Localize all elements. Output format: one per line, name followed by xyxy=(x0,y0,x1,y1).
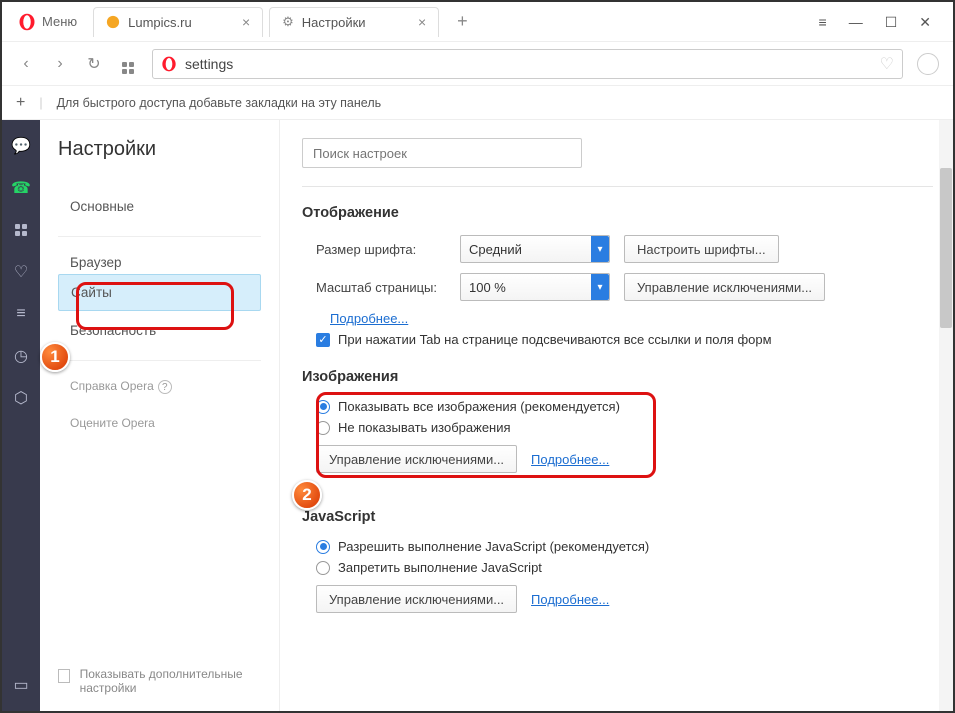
section-title: Отображение xyxy=(302,205,933,221)
nav-item-help[interactable]: Справка Opera? xyxy=(58,369,261,404)
cube-icon[interactable]: ⬡ xyxy=(11,388,31,408)
speed-dial-button[interactable] xyxy=(118,54,138,74)
js-exceptions-button[interactable]: Управление исключениями... xyxy=(316,585,517,613)
tab-lumpics[interactable]: Lumpics.ru × xyxy=(93,7,263,37)
tab-highlight-label: При нажатии Tab на странице подсвечивают… xyxy=(338,332,772,347)
font-size-label: Размер шрифта: xyxy=(316,242,446,257)
messenger-icon[interactable]: 💬 xyxy=(11,136,31,156)
section-title: Изображения xyxy=(302,369,933,385)
news-icon[interactable]: ≡ xyxy=(11,304,31,324)
annotation-badge-1: 1 xyxy=(40,342,70,372)
tab-strip: Меню Lumpics.ru × ⚙ Настройки × + ≡ — ☐ … xyxy=(2,2,953,42)
section-javascript: JavaScript Разрешить выполнение JavaScri… xyxy=(302,509,933,613)
menu-label: Меню xyxy=(42,14,77,29)
close-icon[interactable]: × xyxy=(418,14,426,30)
font-size-select[interactable]: Средний▾ xyxy=(460,235,610,263)
js-more-link[interactable]: Подробнее... xyxy=(531,592,609,607)
page-zoom-select[interactable]: 100 %▾ xyxy=(460,273,610,301)
search-input[interactable] xyxy=(313,146,571,161)
speed-dial-icon[interactable] xyxy=(11,220,31,240)
checkbox-icon xyxy=(58,669,70,683)
window-close-icon[interactable]: ✕ xyxy=(919,14,931,31)
section-title: JavaScript xyxy=(302,509,933,525)
page-zoom-label: Масштаб страницы: xyxy=(316,280,446,295)
scrollbar[interactable] xyxy=(939,120,953,711)
nav-item-security[interactable]: Безопасность xyxy=(58,313,261,348)
display-more-link[interactable]: Подробнее... xyxy=(330,311,408,326)
heart-icon[interactable]: ♡ xyxy=(11,262,31,282)
radio-checked-icon xyxy=(316,540,330,554)
forward-button[interactable]: › xyxy=(50,55,70,73)
section-display: Отображение Размер шрифта: Средний▾ Наст… xyxy=(302,205,933,347)
panel-toggle-icon[interactable]: ▭ xyxy=(11,675,31,695)
bookmarks-hint: Для быстрого доступа добавьте закладки н… xyxy=(57,96,382,110)
opera-icon xyxy=(161,56,177,72)
lumpics-favicon-icon xyxy=(106,15,120,29)
show-advanced-checkbox[interactable]: Показывать дополнительные настройки xyxy=(58,667,258,695)
window-minimize-icon[interactable]: — xyxy=(849,14,863,30)
customize-fonts-button[interactable]: Настроить шрифты... xyxy=(624,235,779,263)
help-icon: ? xyxy=(158,380,172,394)
page-title: Настройки xyxy=(58,138,261,161)
side-rail: 💬 ☎ ♡ ≡ ◷ ⬡ ▭ xyxy=(2,120,40,711)
clock-icon[interactable]: ◷ xyxy=(11,346,31,366)
back-button[interactable]: ‹ xyxy=(16,55,36,73)
scrollbar-thumb[interactable] xyxy=(940,168,952,328)
nav-item-sites[interactable]: Сайты xyxy=(58,274,261,311)
bookmarks-bar: + | Для быстрого доступа добавьте заклад… xyxy=(2,86,953,120)
opera-icon xyxy=(18,13,36,31)
checkbox-checked-icon[interactable]: ✓ xyxy=(316,333,330,347)
whatsapp-icon[interactable]: ☎ xyxy=(11,178,31,198)
section-images: Изображения Показывать все изображения (… xyxy=(302,369,933,473)
tab-settings[interactable]: ⚙ Настройки × xyxy=(269,7,439,37)
zoom-exceptions-button[interactable]: Управление исключениями... xyxy=(624,273,825,301)
images-hide-radio[interactable]: Не показывать изображения xyxy=(302,420,933,435)
profile-avatar[interactable] xyxy=(917,53,939,75)
images-show-radio[interactable]: Показывать все изображения (рекомендуетс… xyxy=(302,399,933,414)
reload-button[interactable]: ↻ xyxy=(84,54,104,74)
bookmark-heart-icon[interactable]: ♡ xyxy=(880,54,894,74)
chevron-down-icon: ▾ xyxy=(591,236,609,262)
radio-unchecked-icon xyxy=(316,421,330,435)
close-icon[interactable]: × xyxy=(242,14,250,30)
window-maximize-icon[interactable]: ☐ xyxy=(885,14,898,31)
tab-title: Lumpics.ru xyxy=(128,15,192,30)
nav-item-basic[interactable]: Основные xyxy=(58,189,261,224)
address-input[interactable] xyxy=(185,56,872,72)
chevron-down-icon: ▾ xyxy=(591,274,609,300)
images-more-link[interactable]: Подробнее... xyxy=(531,452,609,467)
annotation-badge-2: 2 xyxy=(292,480,322,510)
gear-icon: ⚙ xyxy=(282,14,294,30)
settings-content: Отображение Размер шрифта: Средний▾ Наст… xyxy=(280,120,953,711)
address-bar[interactable]: ♡ xyxy=(152,49,903,79)
images-exceptions-button[interactable]: Управление исключениями... xyxy=(316,445,517,473)
radio-checked-icon xyxy=(316,400,330,414)
toolbar: ‹ › ↻ ♡ xyxy=(2,42,953,86)
add-bookmark-button[interactable]: + xyxy=(16,94,25,112)
settings-nav: Настройки Основные Браузер Сайты Безопас… xyxy=(40,120,280,711)
tab-title: Настройки xyxy=(302,15,366,30)
nav-item-browser[interactable]: Браузер xyxy=(58,245,261,272)
js-allow-radio[interactable]: Разрешить выполнение JavaScript (рекомен… xyxy=(302,539,933,554)
new-tab-button[interactable]: + xyxy=(449,11,476,32)
search-settings[interactable] xyxy=(302,138,582,168)
js-block-radio[interactable]: Запретить выполнение JavaScript xyxy=(302,560,933,575)
menu-button[interactable]: Меню xyxy=(8,7,87,37)
radio-unchecked-icon xyxy=(316,561,330,575)
nav-item-rate[interactable]: Оцените Opera xyxy=(58,406,261,440)
window-stack-icon[interactable]: ≡ xyxy=(819,14,827,30)
